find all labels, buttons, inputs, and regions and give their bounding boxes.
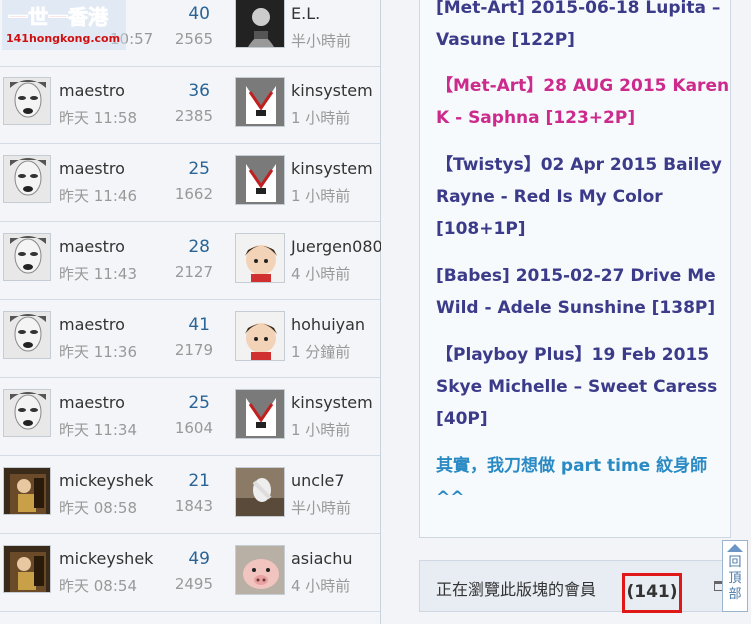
thread-list: 40 2565 10:57 E.L. 半小時前 一世一香港 141hongkon… xyxy=(0,0,383,624)
author-avatar[interactable] xyxy=(3,233,51,281)
last-poster-avatar[interactable] xyxy=(235,155,285,205)
view-count: 1843 xyxy=(174,497,213,515)
last-poster-avatar[interactable] xyxy=(235,545,285,595)
view-count: 1604 xyxy=(174,419,213,437)
author-avatar[interactable] xyxy=(3,155,51,203)
hot-post-link[interactable]: 【Met-Art】28 AUG 2015 Karen K - Saphna [1… xyxy=(436,70,732,134)
thread-row[interactable]: maestro 昨天 11:58 36 2385 kinsystem 1 小時前 xyxy=(0,67,380,144)
reply-count: 36 xyxy=(188,81,210,101)
view-count: 2385 xyxy=(174,107,213,125)
author-avatar[interactable] xyxy=(3,77,51,125)
author-name[interactable]: maestro xyxy=(59,159,125,178)
last-poster-avatar[interactable] xyxy=(235,233,285,283)
last-poster-name[interactable]: hohuiyan xyxy=(291,315,365,334)
members-browsing-bar[interactable]: 正在瀏覽此版塊的會員 (141) xyxy=(419,560,731,613)
author-avatar[interactable] xyxy=(3,467,51,515)
last-post-time: 4 小時前 xyxy=(291,265,351,283)
last-poster-name[interactable]: Juergen080 xyxy=(291,237,383,256)
last-poster-avatar[interactable] xyxy=(235,311,285,361)
author-avatar[interactable] xyxy=(3,389,51,437)
last-poster-name[interactable]: kinsystem xyxy=(291,81,373,100)
post-time: 昨天 11:58 xyxy=(59,109,137,127)
thread-row[interactable]: maestro 昨天 11:43 28 2127 Juergen080 4 小時… xyxy=(0,223,383,300)
author-name[interactable]: mickeyshek xyxy=(59,549,153,568)
post-time: 昨天 08:54 xyxy=(59,577,137,595)
post-time: 昨天 11:36 xyxy=(59,343,137,361)
last-post-time: 半小時前 xyxy=(291,499,352,517)
up-arrow-icon xyxy=(727,544,743,552)
reply-count: 25 xyxy=(188,393,210,413)
post-time: 昨天 11:34 xyxy=(59,421,137,439)
sidebar: [Met-Art] 2015-06-18 Lupita – Vasune [12… xyxy=(381,0,751,624)
last-poster-avatar[interactable] xyxy=(235,467,285,517)
logo-text: 一世一香港 xyxy=(8,5,109,29)
last-poster-avatar[interactable] xyxy=(235,77,285,127)
hot-post-link[interactable]: 【Twistys】02 Apr 2015 Bailey Rayne - Red … xyxy=(436,149,732,245)
author-name[interactable]: maestro xyxy=(59,393,125,412)
reply-count: 25 xyxy=(188,159,210,179)
thread-row[interactable]: maestro 昨天 11:46 25 1662 kinsystem 1 小時前 xyxy=(0,145,380,222)
reply-count: 28 xyxy=(188,237,210,257)
reply-count: 21 xyxy=(188,471,210,491)
view-count: 2127 xyxy=(174,263,213,281)
last-poster-name[interactable]: asiachu xyxy=(291,549,352,568)
thread-row[interactable]: maestro 昨天 11:36 41 2179 hohuiyan 1 分鐘前 xyxy=(0,301,380,378)
reply-count: 40 xyxy=(188,4,210,24)
back-to-top-button[interactable]: 回頂部 xyxy=(722,540,748,612)
last-post-time: 1 小時前 xyxy=(291,187,351,205)
thread-row[interactable]: mickeyshek 昨天 08:58 21 1843 uncle7 半小時前 xyxy=(0,457,380,534)
thread-row[interactable]: mickeyshek 昨天 08:54 49 2495 asiachu 4 小時… xyxy=(0,535,380,612)
reply-count: 41 xyxy=(188,315,210,335)
last-post-time: 4 小時前 xyxy=(291,577,351,595)
author-name[interactable]: maestro xyxy=(59,237,125,256)
site-logo[interactable]: 一世一香港 141hongkong.com xyxy=(0,0,140,50)
view-count: 2495 xyxy=(174,575,213,593)
members-browsing-label: 正在瀏覽此版塊的會員 xyxy=(436,580,597,599)
last-poster-name[interactable]: uncle7 xyxy=(291,471,345,490)
last-poster-name[interactable]: kinsystem xyxy=(291,393,373,412)
member-count-highlight: (141) xyxy=(622,573,682,613)
post-time: 昨天 08:58 xyxy=(59,499,137,517)
reply-count: 49 xyxy=(188,549,210,569)
author-name[interactable]: maestro xyxy=(59,81,125,100)
author-name[interactable]: maestro xyxy=(59,315,125,334)
logo-domain: 141hongkong.com xyxy=(6,32,120,45)
author-name[interactable]: mickeyshek xyxy=(59,471,153,490)
last-poster-name[interactable]: E.L. xyxy=(291,4,320,23)
hot-post-link[interactable]: 【Playboy Plus】19 Feb 2015 Skye Michelle … xyxy=(436,339,732,435)
back-to-top-label: 回頂部 xyxy=(728,555,742,602)
thread-row[interactable]: maestro 昨天 11:34 25 1604 kinsystem 1 小時前 xyxy=(0,379,380,456)
hot-posts-panel: [Met-Art] 2015-06-18 Lupita – Vasune [12… xyxy=(419,0,731,538)
hot-post-link[interactable]: [Babes] 2015-02-27 Drive Me Wild - Adele… xyxy=(436,260,732,324)
last-poster-avatar[interactable] xyxy=(235,389,285,439)
view-count: 2179 xyxy=(174,341,213,359)
last-poster-name[interactable]: kinsystem xyxy=(291,159,373,178)
last-post-time: 半小時前 xyxy=(291,32,352,50)
last-post-time: 1 小時前 xyxy=(291,109,351,127)
hot-post-link[interactable]: 其實，我刀想做 part time 紋身師 ^^ xyxy=(436,450,732,514)
author-avatar[interactable] xyxy=(3,311,51,359)
last-post-time: 1 小時前 xyxy=(291,421,351,439)
post-time: 昨天 11:46 xyxy=(59,187,137,205)
last-post-time: 1 分鐘前 xyxy=(291,343,351,361)
view-count: 1662 xyxy=(174,185,213,203)
post-time: 昨天 11:43 xyxy=(59,265,137,283)
hot-post-link[interactable]: [Met-Art] 2015-06-18 Lupita – Vasune [12… xyxy=(436,0,732,56)
view-count: 2565 xyxy=(174,30,213,48)
last-poster-avatar[interactable] xyxy=(235,0,285,48)
author-avatar[interactable] xyxy=(3,545,51,593)
